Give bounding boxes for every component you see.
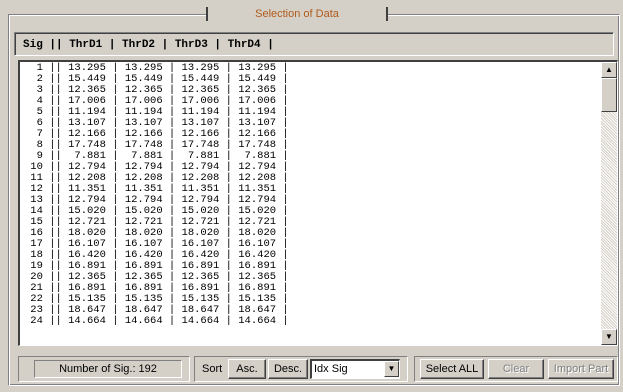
vertical-scrollbar[interactable]: ▲ ▼ [601, 62, 617, 345]
chevron-down-icon[interactable]: ▼ [384, 361, 399, 377]
list-item[interactable]: 24 || 14.664 | 14.664 | 14.664 | 14.664 … [24, 316, 597, 327]
column-header: Sig || ThrD1 | ThrD2 | ThrD3 | ThrD4 | [14, 32, 614, 56]
sort-asc-button[interactable]: Asc. [228, 359, 266, 379]
select-all-button[interactable]: Select ALL [420, 359, 484, 379]
group-title: Selection of Data [206, 7, 388, 21]
data-rows: 1 || 13.295 | 13.295 | 13.295 | 13.295 |… [24, 63, 597, 327]
sort-label: Sort [202, 363, 223, 375]
footer-bar: Number of Sig.: 192 Sort Asc. Desc. Idx … [0, 352, 623, 386]
scroll-down-arrow-icon[interactable]: ▼ [601, 329, 617, 345]
scroll-thumb[interactable] [601, 78, 617, 112]
data-list[interactable]: 1 || 13.295 | 13.295 | 13.295 | 13.295 |… [18, 60, 618, 346]
sort-field-select[interactable]: Idx Sig ▼ [310, 359, 400, 379]
number-of-sig: Number of Sig.: 192 [34, 360, 182, 378]
import-part-button[interactable]: Import Part [548, 359, 614, 379]
clear-button[interactable]: Clear [488, 359, 544, 379]
sort-desc-button[interactable]: Desc. [268, 359, 308, 379]
scroll-up-arrow-icon[interactable]: ▲ [601, 62, 617, 78]
sort-field-value: Idx Sig [314, 363, 348, 375]
